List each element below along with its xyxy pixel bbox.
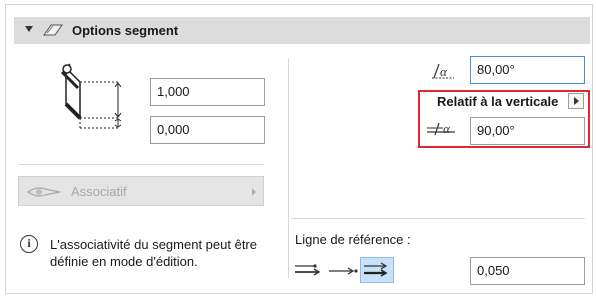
ref-line-middle-icon[interactable] (326, 257, 360, 283)
play-icon (574, 97, 579, 105)
relative-toggle-button[interactable] (568, 93, 584, 109)
segment-height-diagram-icon (60, 63, 122, 129)
chevron-right-icon (252, 188, 256, 196)
height-input[interactable]: 1,000 (150, 78, 265, 106)
ref-line-label: Ligne de référence : (295, 232, 411, 247)
svg-text:α: α (440, 64, 448, 79)
relative-label: Relatif à la verticale (437, 94, 559, 109)
associative-eye-icon (27, 187, 61, 197)
panel-header[interactable]: Options segment (14, 17, 590, 44)
right-divider (291, 218, 585, 219)
info-text: L'associativité du segment peut être déf… (50, 237, 257, 269)
vertical-angle-icon: α (427, 121, 455, 136)
associative-label: Associatif (71, 184, 127, 199)
associative-button: Associatif (18, 176, 264, 206)
ref-line-offset-input[interactable]: 0,050 (470, 257, 585, 285)
slope-angle-icon: α (432, 63, 454, 79)
svg-text:α: α (443, 121, 451, 136)
angle-input[interactable]: 80,00° (470, 56, 585, 84)
info-icon: i (20, 235, 38, 253)
column-divider (288, 58, 289, 278)
triangle-down-icon[interactable] (24, 24, 34, 34)
ref-line-end-icon[interactable] (360, 257, 394, 283)
segment-icon (43, 24, 63, 36)
panel-title: Options segment (72, 23, 179, 38)
offset-input[interactable]: 0,000 (150, 116, 265, 144)
relative-angle-input[interactable]: 90,00° (470, 117, 585, 145)
left-divider (18, 164, 264, 165)
ref-line-start-icon[interactable] (292, 257, 326, 283)
